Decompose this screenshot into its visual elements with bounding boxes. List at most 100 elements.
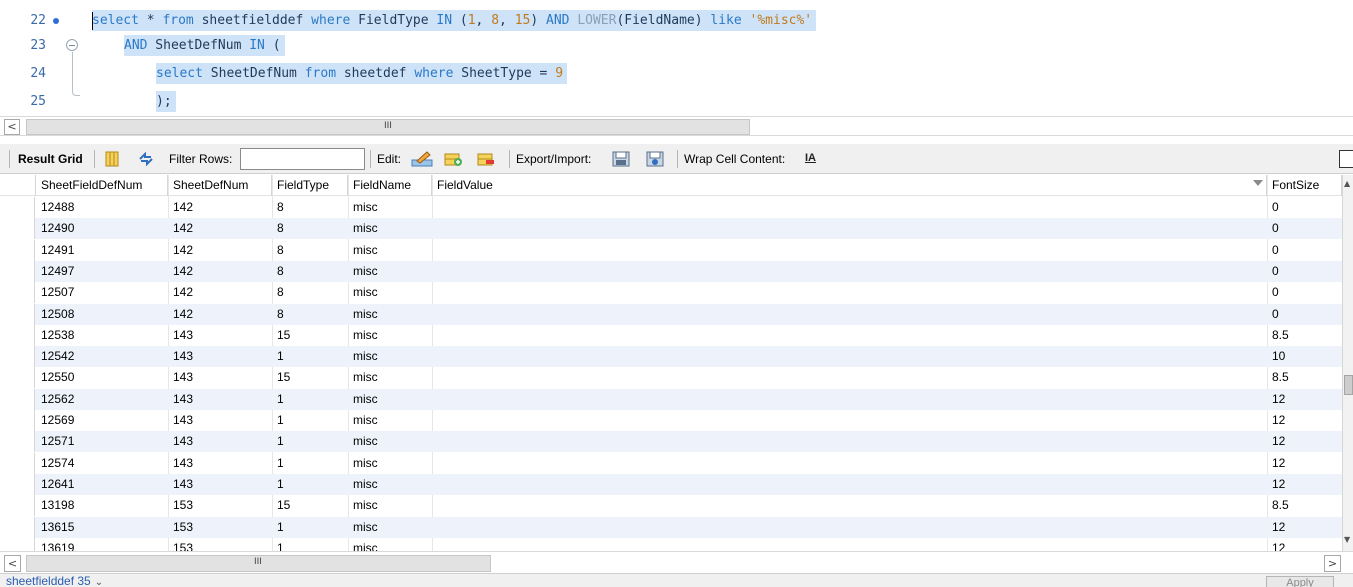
table-cell[interactable]: 13615	[36, 517, 168, 538]
sql-editor[interactable]: 22 select * from sheetfielddef where Fiel…	[0, 0, 1353, 116]
table-row[interactable]: 12488 142 8 misc 0	[0, 197, 1353, 218]
table-cell[interactable]: 12507	[36, 282, 168, 303]
table-cell[interactable]: 12497	[36, 261, 168, 282]
table-cell[interactable]: 12508	[36, 304, 168, 325]
fold-collapse-icon[interactable]	[66, 39, 78, 51]
table-cell[interactable]: 12	[1267, 410, 1342, 431]
table-cell[interactable]: 1	[272, 453, 348, 474]
table-cell[interactable]: misc	[348, 517, 432, 538]
editor-line[interactable]: 23 AND SheetDefNum IN (	[0, 35, 1353, 56]
table-cell[interactable]: 12542	[36, 346, 168, 367]
table-cell[interactable]: 143	[168, 431, 272, 452]
table-cell[interactable]: 12550	[36, 367, 168, 388]
table-cell[interactable]	[432, 282, 1267, 303]
table-cell[interactable]: misc	[348, 325, 432, 346]
table-cell[interactable]: 8.5	[1267, 367, 1342, 388]
table-cell[interactable]: misc	[348, 197, 432, 218]
table-cell[interactable]: 143	[168, 389, 272, 410]
table-cell[interactable]	[432, 304, 1267, 325]
table-cell[interactable]: 143	[168, 346, 272, 367]
import-icon[interactable]	[646, 151, 664, 167]
table-cell[interactable]: misc	[348, 304, 432, 325]
column-sort-arrow-icon[interactable]	[1253, 180, 1263, 186]
row-header[interactable]	[0, 197, 35, 218]
scroll-left-arrow-icon[interactable]: <	[4, 119, 20, 135]
table-cell[interactable]: 12562	[36, 389, 168, 410]
column-header-fieldtype[interactable]: FieldType	[272, 175, 348, 196]
table-cell[interactable]: 13198	[36, 495, 168, 516]
scroll-up-arrow-icon[interactable]: ▲	[1344, 179, 1350, 188]
table-cell[interactable]: 142	[168, 304, 272, 325]
table-row[interactable]: 13615 153 1 misc 12	[0, 516, 1353, 538]
table-cell[interactable]: misc	[348, 218, 432, 239]
table-cell[interactable]	[432, 453, 1267, 474]
table-cell[interactable]: 12538	[36, 325, 168, 346]
column-header-sheetdefnum[interactable]: SheetDefNum	[168, 175, 272, 196]
table-cell[interactable]: 153	[168, 517, 272, 538]
table-cell[interactable]	[432, 517, 1267, 538]
row-header[interactable]	[0, 516, 35, 538]
result-tab-sheetfielddef[interactable]: sheetfielddef 35 ⌄	[6, 575, 103, 587]
table-cell[interactable]	[432, 389, 1267, 410]
export-icon[interactable]	[612, 151, 630, 167]
edit-row-icon[interactable]	[411, 151, 433, 167]
row-header[interactable]	[0, 324, 35, 346]
table-cell[interactable]: 12569	[36, 410, 168, 431]
table-cell[interactable]: 1	[272, 517, 348, 538]
row-header[interactable]	[0, 218, 35, 240]
table-cell[interactable]: misc	[348, 410, 432, 431]
table-cell[interactable]: 8	[272, 261, 348, 282]
table-cell[interactable]	[432, 431, 1267, 452]
table-cell[interactable]: 0	[1267, 261, 1342, 282]
table-cell[interactable]: 1	[272, 389, 348, 410]
table-cell[interactable]: 10	[1267, 346, 1342, 367]
table-row[interactable]: 12508 142 8 misc 0	[0, 303, 1353, 325]
table-cell[interactable]: 1	[272, 538, 348, 551]
table-cell[interactable]: misc	[348, 389, 432, 410]
table-cell[interactable]: 8	[272, 304, 348, 325]
row-header[interactable]	[0, 388, 35, 410]
row-header[interactable]	[0, 282, 35, 304]
row-header[interactable]	[0, 410, 35, 431]
table-cell[interactable]	[432, 197, 1267, 218]
table-cell[interactable]	[432, 367, 1267, 388]
table-cell[interactable]	[432, 474, 1267, 495]
table-cell[interactable]: misc	[348, 261, 432, 282]
table-cell[interactable]: 0	[1267, 240, 1342, 261]
table-cell[interactable]: 143	[168, 367, 272, 388]
insert-row-icon[interactable]	[444, 151, 462, 167]
table-cell[interactable]: misc	[348, 453, 432, 474]
column-header-sheetfielddefnum[interactable]: SheetFieldDefNum	[36, 175, 168, 196]
row-header[interactable]	[0, 537, 35, 551]
table-cell[interactable]: misc	[348, 282, 432, 303]
table-cell[interactable]: 12571	[36, 431, 168, 452]
table-cell[interactable]: 142	[168, 197, 272, 218]
row-header[interactable]	[0, 346, 35, 368]
table-cell[interactable]: 12	[1267, 389, 1342, 410]
table-row[interactable]: 12490 142 8 misc 0	[0, 218, 1353, 240]
table-cell[interactable]: 8	[272, 240, 348, 261]
apply-button[interactable]: Apply	[1266, 576, 1334, 587]
table-cell[interactable]: 12490	[36, 218, 168, 239]
table-cell[interactable]: 1	[272, 346, 348, 367]
table-cell[interactable]: 0	[1267, 218, 1342, 239]
table-cell[interactable]	[432, 495, 1267, 516]
table-cell[interactable]: 0	[1267, 197, 1342, 218]
table-cell[interactable]: misc	[348, 431, 432, 452]
table-cell[interactable]: 153	[168, 495, 272, 516]
editor-line[interactable]: 24 select SheetDefNum from sheetdef where…	[0, 63, 1353, 84]
row-header[interactable]	[0, 239, 35, 261]
table-cell[interactable]	[432, 261, 1267, 282]
refresh-arrows-icon[interactable]	[137, 151, 155, 167]
editor-line[interactable]: 25);	[0, 91, 1353, 112]
table-cell[interactable]	[432, 240, 1267, 261]
delete-row-icon[interactable]	[477, 151, 495, 167]
table-cell[interactable]: 142	[168, 261, 272, 282]
chevron-down-icon[interactable]: ⌄	[95, 577, 103, 587]
table-cell[interactable]: misc	[348, 474, 432, 495]
table-row[interactable]: 12571 143 1 misc 12	[0, 431, 1353, 453]
filter-rows-input[interactable]	[240, 148, 365, 170]
scroll-down-arrow-icon[interactable]: ▼	[1344, 535, 1350, 544]
table-cell[interactable]: misc	[348, 346, 432, 367]
table-row[interactable]: 13619 153 1 misc 12	[0, 537, 1353, 551]
